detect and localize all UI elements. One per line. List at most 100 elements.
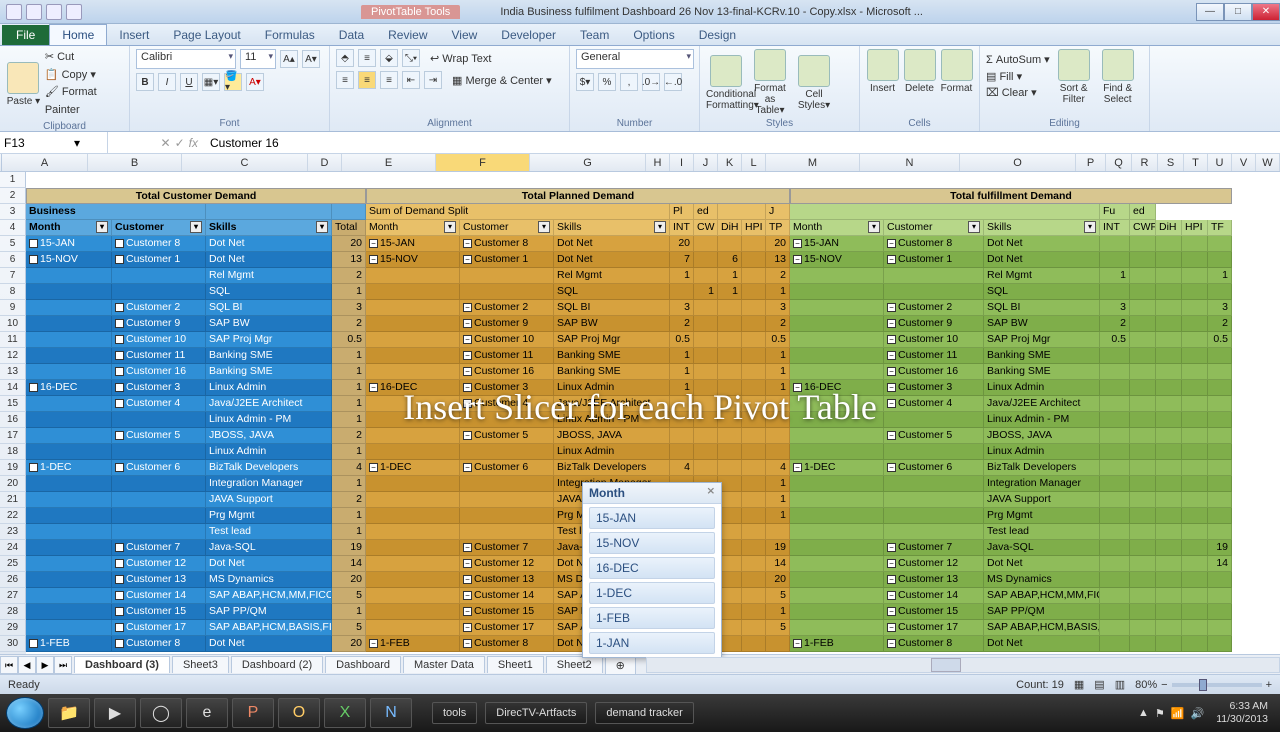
- minimize-button[interactable]: —: [1196, 3, 1224, 21]
- taskbar-clock[interactable]: 6:33 AM11/30/2013: [1210, 700, 1274, 725]
- tray-flag-icon[interactable]: ⚑: [1155, 707, 1165, 720]
- format-as-table-button[interactable]: Format as Table▾: [750, 49, 790, 116]
- tab-nav-first[interactable]: ⏮: [0, 656, 18, 674]
- col-header-F[interactable]: F: [436, 154, 530, 171]
- merge-center-button[interactable]: ▦ Merge & Center ▾: [452, 74, 552, 87]
- slicer-clear-icon[interactable]: ⨯: [707, 486, 715, 500]
- align-bottom-icon[interactable]: ⬙: [380, 49, 398, 67]
- tab-file[interactable]: File: [2, 25, 49, 45]
- sheet-tab[interactable]: Sheet3: [172, 656, 229, 673]
- col-header-U[interactable]: U: [1208, 154, 1232, 171]
- dec-decimal-icon[interactable]: ←.0: [664, 73, 682, 91]
- fx-icon[interactable]: fx: [189, 136, 198, 150]
- align-center-icon[interactable]: ≡: [358, 71, 376, 89]
- row-header[interactable]: 20: [0, 476, 26, 492]
- row-header[interactable]: 17: [0, 428, 26, 444]
- row-header[interactable]: 12: [0, 348, 26, 364]
- format-painter-button[interactable]: 🖌 Format Painter: [45, 84, 123, 119]
- tab-view[interactable]: View: [440, 25, 490, 45]
- align-left-icon[interactable]: ≡: [336, 71, 354, 89]
- indent-dec-icon[interactable]: ⇤: [402, 71, 420, 89]
- row-header[interactable]: 13: [0, 364, 26, 380]
- zoom-control[interactable]: 80% −+: [1135, 679, 1272, 691]
- font-size-combo[interactable]: 11: [240, 49, 276, 69]
- start-button[interactable]: [6, 697, 44, 729]
- taskbar-task[interactable]: DirecTV-Artfacts: [485, 702, 587, 724]
- sheet-tab[interactable]: Master Data: [403, 656, 485, 673]
- tab-options[interactable]: Options: [621, 25, 686, 45]
- cancel-icon[interactable]: ✕: [161, 136, 171, 150]
- currency-icon[interactable]: $▾: [576, 73, 594, 91]
- tab-nav-prev[interactable]: ◀: [18, 656, 36, 674]
- taskbar-notepad-icon[interactable]: N: [370, 698, 412, 728]
- taskbar-ie-icon[interactable]: e: [186, 698, 228, 728]
- tab-review[interactable]: Review: [376, 25, 439, 45]
- view-break-icon[interactable]: ▥: [1115, 678, 1125, 691]
- autosum-button[interactable]: Σ AutoSum ▾: [986, 52, 1050, 69]
- tab-nav-last[interactable]: ⏭: [54, 656, 72, 674]
- view-normal-icon[interactable]: ▦: [1074, 678, 1084, 691]
- col-header-D[interactable]: D: [308, 154, 342, 171]
- maximize-button[interactable]: □: [1224, 3, 1252, 21]
- taskbar-outlook-icon[interactable]: O: [278, 698, 320, 728]
- row-header[interactable]: 4: [0, 220, 26, 236]
- col-header-G[interactable]: G: [530, 154, 646, 171]
- row-header[interactable]: 27: [0, 588, 26, 604]
- taskbar-media-icon[interactable]: ▶: [94, 698, 136, 728]
- row-header[interactable]: 1: [0, 172, 26, 188]
- filter-customer-1[interactable]: Customer▾: [112, 220, 206, 236]
- col-header-V[interactable]: V: [1232, 154, 1256, 171]
- cell-styles-button[interactable]: Cell Styles▾: [794, 55, 834, 111]
- align-right-icon[interactable]: ≡: [380, 71, 398, 89]
- indent-inc-icon[interactable]: ⇥: [424, 71, 442, 89]
- horizontal-scrollbar[interactable]: [646, 657, 1280, 673]
- row-header[interactable]: 24: [0, 540, 26, 556]
- name-box-input[interactable]: [4, 136, 74, 150]
- tray-up-icon[interactable]: ▲: [1138, 707, 1149, 719]
- col-header-S[interactable]: S: [1158, 154, 1184, 171]
- close-button[interactable]: ✕: [1252, 3, 1280, 21]
- taskbar-ppt-icon[interactable]: P: [232, 698, 274, 728]
- inc-decimal-icon[interactable]: .0→: [642, 73, 660, 91]
- tab-home[interactable]: Home: [49, 24, 107, 45]
- find-select-button[interactable]: Find & Select: [1098, 49, 1138, 105]
- row-header[interactable]: 28: [0, 604, 26, 620]
- tab-design[interactable]: Design: [687, 25, 748, 45]
- col-header-K[interactable]: K: [718, 154, 742, 171]
- row-header[interactable]: 8: [0, 284, 26, 300]
- clear-button[interactable]: ⌧ Clear ▾: [986, 85, 1050, 102]
- undo-icon[interactable]: [46, 4, 62, 20]
- slicer-item[interactable]: 1-FEB: [589, 607, 715, 629]
- row-header[interactable]: 15: [0, 396, 26, 412]
- view-layout-icon[interactable]: ▤: [1094, 678, 1104, 691]
- tab-data[interactable]: Data: [327, 25, 376, 45]
- formula-input[interactable]: Customer 16: [204, 132, 1280, 153]
- row-header[interactable]: 29: [0, 620, 26, 636]
- col-header-C[interactable]: C: [182, 154, 308, 171]
- align-top-icon[interactable]: ⬘: [336, 49, 354, 67]
- sort-filter-button[interactable]: Sort & Filter: [1054, 49, 1094, 105]
- col-header-N[interactable]: N: [860, 154, 960, 171]
- col-header-Q[interactable]: Q: [1106, 154, 1132, 171]
- row-header[interactable]: 22: [0, 508, 26, 524]
- number-format-combo[interactable]: General: [576, 49, 694, 69]
- tab-insert[interactable]: Insert: [107, 25, 161, 45]
- border-button[interactable]: ▦▾: [202, 73, 220, 91]
- col-header-L[interactable]: L: [742, 154, 766, 171]
- row-header[interactable]: 10: [0, 316, 26, 332]
- row-header[interactable]: 9: [0, 300, 26, 316]
- italic-button[interactable]: I: [158, 73, 176, 91]
- tab-formulas[interactable]: Formulas: [253, 25, 327, 45]
- sheet-tab[interactable]: Dashboard (2): [231, 656, 323, 673]
- taskbar-browser-icon[interactable]: ◯: [140, 698, 182, 728]
- row-header[interactable]: 18: [0, 444, 26, 460]
- col-header-O[interactable]: O: [960, 154, 1076, 171]
- row-header[interactable]: 7: [0, 268, 26, 284]
- filter-skills-1[interactable]: Skills▾: [206, 220, 332, 236]
- format-cells-button[interactable]: Format: [940, 49, 973, 94]
- new-sheet-button[interactable]: ⊕: [605, 656, 636, 674]
- filter-skills-3[interactable]: Skills▾: [984, 220, 1100, 236]
- row-header[interactable]: 14: [0, 380, 26, 396]
- bold-button[interactable]: B: [136, 73, 154, 91]
- wrap-text-button[interactable]: ↩ Wrap Text: [430, 52, 491, 65]
